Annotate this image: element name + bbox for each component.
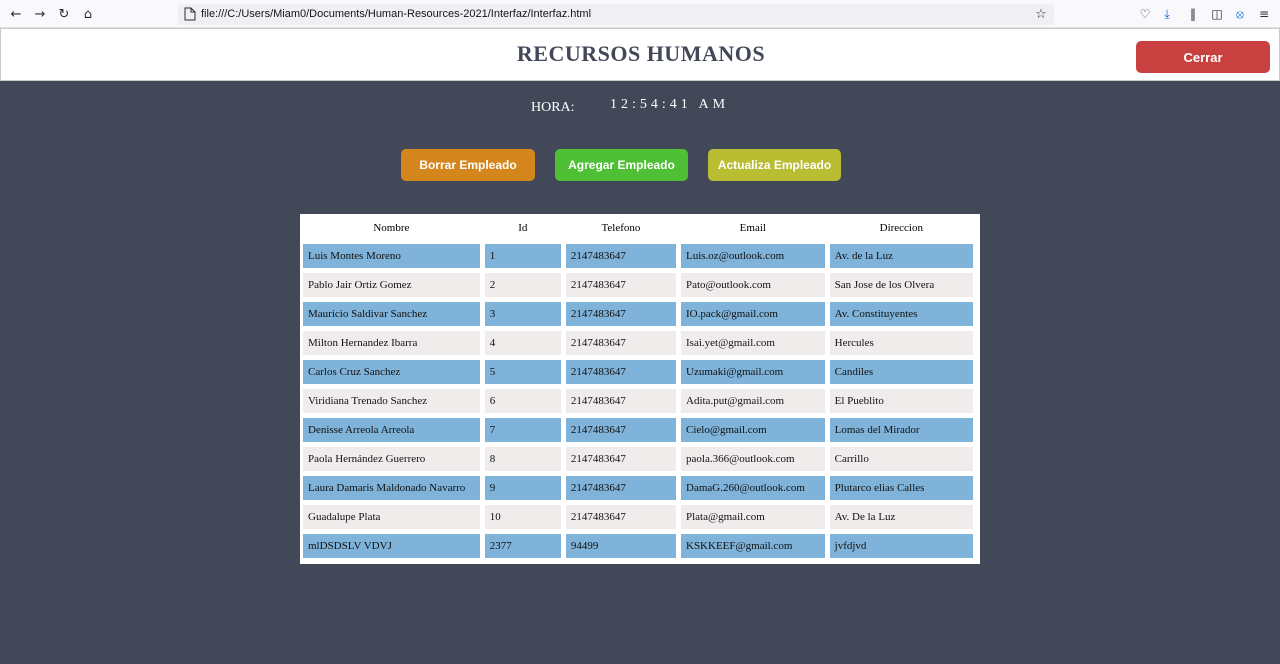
cell-direccion: Lomas del Mirador — [829, 418, 973, 442]
pocket-icon[interactable]: ♡ — [1136, 5, 1154, 23]
browser-toolbar: ← → ↻ ⌂ file:///C:/Users/Miam0/Documents… — [0, 0, 1280, 28]
url-text: file:///C:/Users/Miam0/Documents/Human-R… — [201, 8, 592, 20]
cell-nombre: Paola Hernández Guerrero — [303, 447, 480, 471]
table-row[interactable]: Luis Montes Moreno 1 2147483647 Luis.oz@out… — [303, 244, 973, 268]
table-row[interactable]: Milton Hernandez Ibarra 4 2147483647 Isai.y… — [303, 331, 973, 355]
cell-id: 8 — [484, 447, 561, 471]
cell-direccion: jvfdjvd — [829, 534, 973, 558]
cell-telefono: 2147483647 — [565, 447, 676, 471]
cell-telefono: 2147483647 — [565, 302, 676, 326]
cell-direccion: San Jose de los Olvera — [829, 273, 973, 297]
cell-telefono: 2147483647 — [565, 476, 676, 500]
table-row[interactable]: Denisse Arreola Arreola 7 2147483647 Cielo@… — [303, 418, 973, 442]
column-header-telefono: Telefono — [601, 222, 641, 234]
cell-id: 6 — [484, 389, 561, 413]
cell-nombre: Luis Montes Moreno — [303, 244, 480, 268]
cell-telefono: 2147483647 — [565, 418, 676, 442]
cell-direccion: Hercules — [829, 331, 973, 355]
employees-table: Nombre Id Telefono Email Direccion Luis … — [298, 212, 978, 563]
table-row[interactable]: Viridiana Trenado Sanchez 6 2147483647 Adit… — [303, 389, 973, 413]
cell-nombre: mlDSDSLV VDVJ — [303, 534, 480, 558]
table-row[interactable]: mlDSDSLV VDVJ 2377 94499 KSKKEEF@gmail.com j… — [303, 534, 973, 558]
clock-value: 12:54:41 AM — [610, 97, 730, 112]
table-row[interactable]: Carlos Cruz Sanchez 5 2147483647 Uzumaki@gm… — [303, 360, 973, 384]
cell-nombre: Guadalupe Plata — [303, 505, 480, 529]
cell-direccion: Plutarco elias Calles — [829, 476, 973, 500]
cell-id: 7 — [484, 418, 561, 442]
sidebar-icon[interactable]: ◫ — [1208, 5, 1226, 23]
cell-nombre: Pablo Jair Ortiz Gomez — [303, 273, 480, 297]
cell-telefono: 2147483647 — [565, 505, 676, 529]
cell-email: paola.366@outlook.com — [681, 447, 825, 471]
cell-telefono: 2147483647 — [565, 389, 676, 413]
download-icon[interactable]: ⤓ — [1158, 5, 1176, 23]
cell-nombre: Denisse Arreola Arreola — [303, 418, 480, 442]
cell-id: 5 — [484, 360, 561, 384]
cell-direccion: Av. de la Luz — [829, 244, 973, 268]
reload-icon[interactable]: ↻ — [55, 5, 73, 23]
page-header: RECURSOS HUMANOS Cerrar — [0, 28, 1280, 81]
clock-label: HORA: — [531, 100, 575, 115]
cell-id: 3 — [484, 302, 561, 326]
page-icon — [184, 7, 196, 21]
column-header-id: Id — [518, 222, 528, 234]
cell-email: KSKKEEF@gmail.com — [681, 534, 825, 558]
cell-nombre: Laura Damaris Maldonado Navarro — [303, 476, 480, 500]
cell-direccion: El Pueblito — [829, 389, 973, 413]
cell-email: Pato@outlook.com — [681, 273, 825, 297]
cell-nombre: Carlos Cruz Sanchez — [303, 360, 480, 384]
table-row[interactable]: Paola Hernández Guerrero 8 2147483647 paola… — [303, 447, 973, 471]
table-row[interactable]: Laura Damaris Maldonado Navarro 9 21474836… — [303, 476, 973, 500]
column-header-direccion: Direccion — [879, 222, 923, 234]
table-header-row: Nombre Id Telefono Email Direccion — [303, 217, 973, 239]
cell-id: 1 — [484, 244, 561, 268]
cell-telefono: 2147483647 — [565, 360, 676, 384]
employees-table-container: Nombre Id Telefono Email Direccion Luis … — [300, 214, 980, 564]
cell-nombre: Viridiana Trenado Sanchez — [303, 389, 480, 413]
cell-nombre: Milton Hernandez Ibarra — [303, 331, 480, 355]
cell-email: Cielo@gmail.com — [681, 418, 825, 442]
cell-id: 10 — [484, 505, 561, 529]
column-header-nombre: Nombre — [373, 222, 410, 234]
add-employee-button[interactable]: Agregar Empleado — [555, 149, 688, 181]
cell-email: Adita.put@gmail.com — [681, 389, 825, 413]
cell-telefono: 2147483647 — [565, 273, 676, 297]
forward-arrow-icon[interactable]: → — [31, 5, 49, 23]
back-arrow-icon[interactable]: ← — [7, 5, 25, 23]
cell-email: Luis.oz@outlook.com — [681, 244, 825, 268]
cell-direccion: Av. De la Luz — [829, 505, 973, 529]
cell-nombre: Mauricio Saldivar Sanchez — [303, 302, 480, 326]
table-row[interactable]: Pablo Jair Ortiz Gomez 2 2147483647 Pato@ou… — [303, 273, 973, 297]
bookmark-star-icon[interactable]: ☆ — [1033, 6, 1049, 22]
cell-id: 4 — [484, 331, 561, 355]
cell-direccion: Carrillo — [829, 447, 973, 471]
cell-direccion: Av. Constituyentes — [829, 302, 973, 326]
cell-email: IO.pack@gmail.com — [681, 302, 825, 326]
home-icon[interactable]: ⌂ — [79, 5, 97, 23]
cell-email: Uzumaki@gmail.com — [681, 360, 825, 384]
cell-id: 2377 — [484, 534, 561, 558]
cell-email: Isai.yet@gmail.com — [681, 331, 825, 355]
cell-email: DamaG.260@outlook.com — [681, 476, 825, 500]
cell-telefono: 2147483647 — [565, 244, 676, 268]
close-button[interactable]: Cerrar — [1136, 41, 1270, 73]
update-employee-button[interactable]: Actualiza Empleado — [708, 149, 841, 181]
library-icon[interactable]: ‖ — [1184, 5, 1202, 23]
cell-email: Plata@gmail.com — [681, 505, 825, 529]
page-title: RECURSOS HUMANOS — [516, 41, 766, 66]
column-header-email: Email — [739, 222, 766, 234]
table-row[interactable]: Mauricio Saldivar Sanchez 3 2147483647 IO.p… — [303, 302, 973, 326]
cell-direccion: Candiles — [829, 360, 973, 384]
menu-icon[interactable]: ≡ — [1255, 5, 1273, 23]
cell-telefono: 94499 — [565, 534, 676, 558]
table-body: Luis Montes Moreno 1 2147483647 Luis.oz@out… — [303, 244, 973, 558]
delete-employee-button[interactable]: Borrar Empleado — [401, 149, 535, 181]
cell-telefono: 2147483647 — [565, 331, 676, 355]
cell-id: 2 — [484, 273, 561, 297]
extension-icon[interactable]: ⦻ — [1231, 5, 1249, 23]
address-bar[interactable]: file:///C:/Users/Miam0/Documents/Human-R… — [178, 4, 1054, 25]
table-row[interactable]: Guadalupe Plata 10 2147483647 Plata@gmail.c… — [303, 505, 973, 529]
cell-id: 9 — [484, 476, 561, 500]
